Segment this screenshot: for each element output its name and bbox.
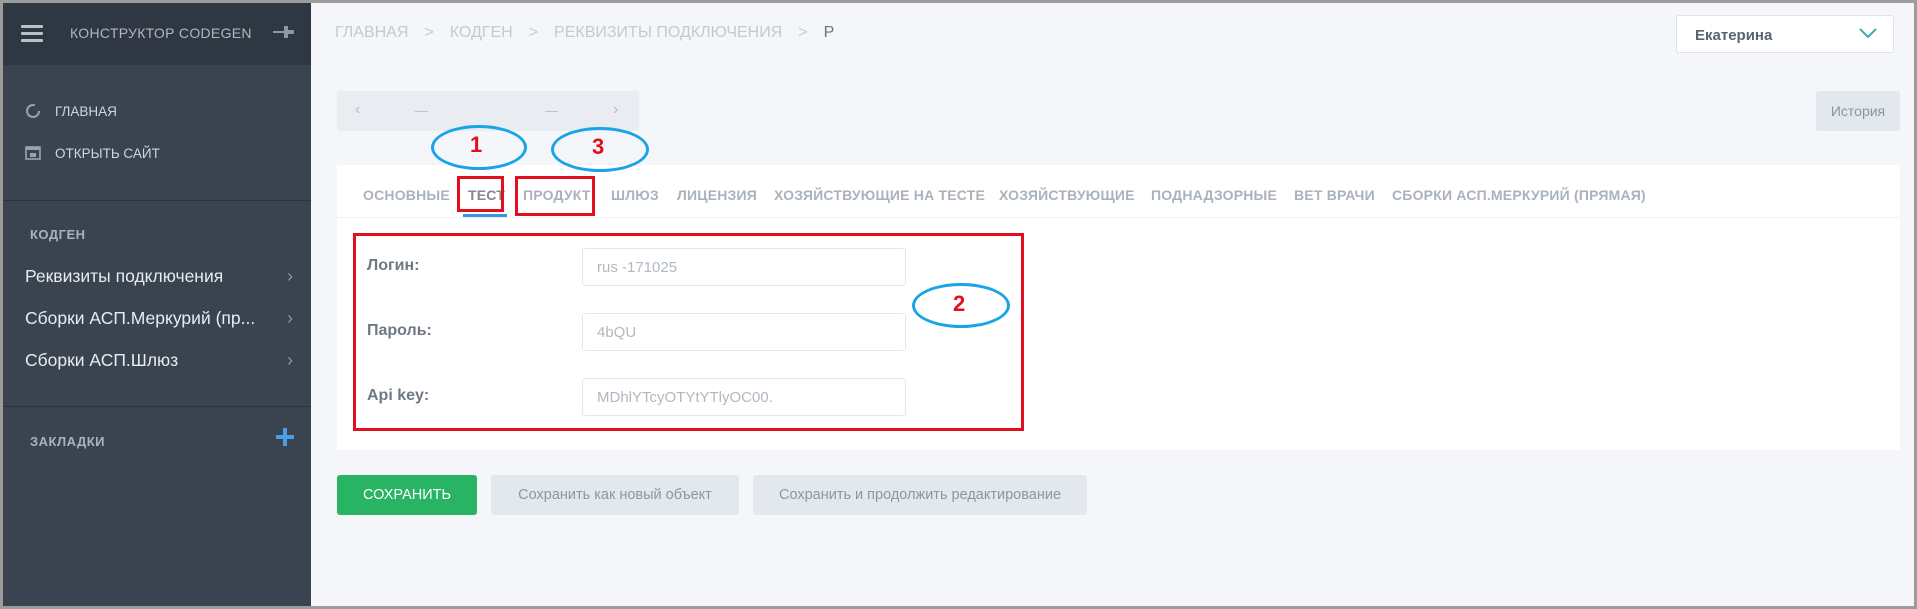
bookmarks-title: ЗАКЛАДКИ xyxy=(30,434,105,449)
pager-left-value: — xyxy=(415,103,428,118)
tab-mercury-builds[interactable]: СБОРКИ АСП.МЕРКУРИЙ (ПРЯМАЯ) xyxy=(1392,187,1646,203)
pager-right-value: — xyxy=(545,103,558,118)
breadcrumb-item-home[interactable]: ГЛАВНАЯ xyxy=(335,24,408,42)
tab-supervised[interactable]: ПОДНАДЗОРНЫЕ xyxy=(1151,187,1277,203)
annotation-number-3: 3 xyxy=(592,134,605,159)
next-record-button[interactable]: › xyxy=(613,101,618,119)
breadcrumb-current: Р xyxy=(823,24,835,41)
chevron-down-icon xyxy=(1859,28,1877,39)
sidebar-item-connection-details[interactable]: Реквизиты подключения › xyxy=(25,266,293,287)
top-bar: ГЛАВНАЯ > КОДГЕН > РЕКВИЗИТЫ ПОДКЛЮЧЕНИЯ… xyxy=(311,3,1914,65)
breadcrumb-separator: > xyxy=(798,24,808,41)
user-dropdown[interactable]: Екатерина xyxy=(1676,15,1894,53)
breadcrumb-separator: > xyxy=(528,24,539,41)
tab-license[interactable]: ЛИЦЕНЗИЯ xyxy=(677,187,757,203)
tab-main[interactable]: ОСНОВНЫЕ xyxy=(363,187,450,203)
sidebar-item-label: Реквизиты подключения xyxy=(25,266,224,286)
pin-icon[interactable] xyxy=(271,23,295,41)
sidebar-section-title: КОДГЕН xyxy=(30,227,86,242)
add-bookmark-icon[interactable] xyxy=(275,427,295,447)
sidebar-divider xyxy=(3,406,311,407)
refresh-icon xyxy=(26,104,40,118)
tab-business-test[interactable]: ХОЗЯЙСТВУЮЩИЕ НА ТЕСТЕ xyxy=(774,187,985,203)
breadcrumb-item-codegen[interactable]: КОДГЕН xyxy=(450,24,513,42)
chevron-right-icon: › xyxy=(287,308,293,328)
sidebar-link-label: ОТКРЫТЬ САЙТ xyxy=(55,145,160,161)
sidebar-item-mercury-builds[interactable]: Сборки АСП.Меркурий (пр... › xyxy=(25,308,293,329)
history-button[interactable]: История xyxy=(1816,91,1900,131)
annotation-number-2: 2 xyxy=(953,291,966,316)
breadcrumb: ГЛАВНАЯ > КОДГЕН > РЕКВИЗИТЫ ПОДКЛЮЧЕНИЯ… xyxy=(335,24,834,42)
tab-vets[interactable]: ВЕТ ВРАЧИ xyxy=(1294,187,1375,203)
app-window: КОНСТРУКТОР CODEGEN ГЛАВНАЯ ОТКРЫТЬ САЙТ… xyxy=(0,0,1917,609)
chevron-right-icon: › xyxy=(287,266,293,286)
breadcrumb-item-connection-details[interactable]: РЕКВИЗИТЫ ПОДКЛЮЧЕНИЯ xyxy=(554,24,782,42)
annotation-box-product-tab xyxy=(515,176,595,216)
save-as-new-button[interactable]: Сохранить как новый объект xyxy=(491,475,739,515)
sidebar-item-label: Сборки АСП.Шлюз xyxy=(25,350,179,370)
user-name: Екатерина xyxy=(1695,27,1773,44)
annotation-number-1: 1 xyxy=(470,132,483,157)
sidebar-divider xyxy=(3,200,311,201)
menu-icon[interactable] xyxy=(21,25,43,42)
sidebar-link-open-site[interactable]: ОТКРЫТЬ САЙТ xyxy=(25,145,160,161)
sidebar-item-gateway-builds[interactable]: Сборки АСП.Шлюз › xyxy=(25,350,293,371)
open-site-icon xyxy=(25,146,41,160)
sidebar-item-label: Сборки АСП.Меркурий (пр... xyxy=(25,308,256,328)
prev-record-button[interactable]: ‹ xyxy=(355,101,360,119)
tab-business[interactable]: ХОЗЯЙСТВУЮЩИЕ xyxy=(999,187,1135,203)
annotation-box-form xyxy=(353,233,1024,431)
tab-gateway[interactable]: ШЛЮЗ xyxy=(611,187,659,203)
sidebar-link-home[interactable]: ГЛАВНАЯ xyxy=(25,103,117,119)
active-tab-indicator xyxy=(463,214,507,217)
breadcrumb-separator: > xyxy=(424,24,434,41)
annotation-box-test-tab xyxy=(457,176,504,212)
chevron-right-icon: › xyxy=(287,350,293,370)
sidebar-header: КОНСТРУКТОР CODEGEN xyxy=(3,3,311,65)
sidebar: КОНСТРУКТОР CODEGEN ГЛАВНАЯ ОТКРЫТЬ САЙТ… xyxy=(3,3,311,606)
brand-title: КОНСТРУКТОР CODEGEN xyxy=(70,25,252,41)
save-button[interactable]: СОХРАНИТЬ xyxy=(337,475,477,515)
save-and-continue-button[interactable]: Сохранить и продолжить редактирование xyxy=(753,475,1087,515)
sidebar-link-label: ГЛАВНАЯ xyxy=(55,103,117,119)
